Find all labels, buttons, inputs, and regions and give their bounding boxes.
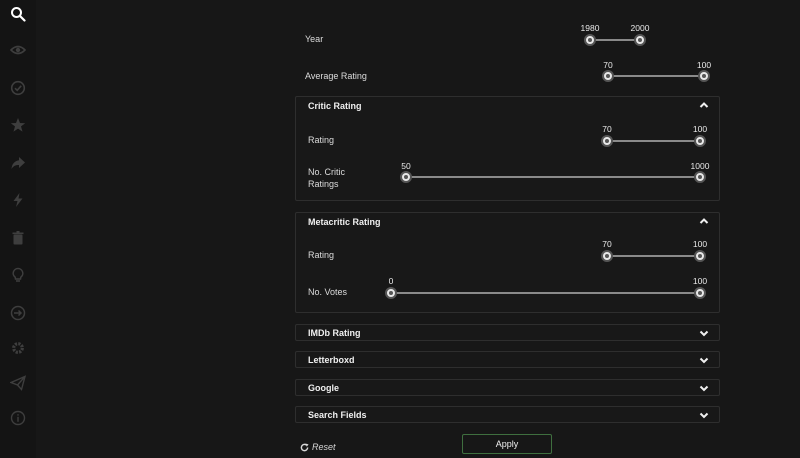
critic-rating-max-handle[interactable]: [694, 135, 706, 147]
search-fields-title[interactable]: Search Fields: [308, 407, 367, 423]
year-max-handle[interactable]: [634, 34, 646, 46]
no-votes-max-value: 100: [692, 276, 708, 286]
critic-rating-slider-track[interactable]: [607, 140, 700, 142]
refresh-icon: [300, 442, 309, 451]
letterboxd-title[interactable]: Letterboxd: [308, 352, 355, 368]
imdb-rating-title[interactable]: IMDb Rating: [308, 325, 361, 341]
year-min-value: 1980: [580, 23, 600, 33]
imdb-rating-panel[interactable]: IMDb Rating: [295, 324, 720, 341]
year-min-handle[interactable]: [584, 34, 596, 46]
year-label: Year: [305, 34, 324, 44]
metacritic-rating-max-value: 100: [692, 239, 708, 249]
no-critic-ratings-min-handle[interactable]: [400, 171, 412, 183]
no-critic-ratings-max-handle[interactable]: [694, 171, 706, 183]
average-rating-min-value: 70: [603, 60, 613, 70]
critic-rating-max-value: 100: [692, 124, 708, 134]
metacritic-rating-slider-track[interactable]: [607, 255, 700, 257]
chevron-down-icon[interactable]: [699, 410, 709, 420]
apply-button[interactable]: Apply: [462, 434, 552, 454]
metacritic-rating-label: Rating: [308, 250, 335, 260]
average-rating-label: Average Rating: [305, 71, 367, 81]
no-votes-min-value: 0: [388, 276, 394, 286]
no-votes-min-handle[interactable]: [385, 287, 397, 299]
no-critic-ratings-min-value: 50: [401, 161, 411, 171]
no-critic-ratings-max-value: 1000: [690, 161, 710, 171]
no-critic-ratings-slider-track[interactable]: [406, 176, 700, 178]
search-fields-panel[interactable]: Search Fields: [295, 406, 720, 423]
critic-rating-min-handle[interactable]: [601, 135, 613, 147]
metacritic-rating-min-handle[interactable]: [601, 250, 613, 262]
reset-label: Reset: [312, 442, 336, 452]
no-votes-max-handle[interactable]: [694, 287, 706, 299]
google-panel[interactable]: Google: [295, 379, 720, 396]
critic-rating-min-value: 70: [602, 124, 612, 134]
metacritic-rating-min-value: 70: [602, 239, 612, 249]
reset-button[interactable]: Reset: [300, 442, 336, 452]
chevron-up-icon[interactable]: [699, 100, 709, 110]
chevron-down-icon[interactable]: [699, 355, 709, 365]
no-votes-label: No. Votes: [308, 287, 348, 297]
critic-rating-label: Rating: [308, 135, 335, 145]
chevron-up-icon[interactable]: [699, 216, 709, 226]
average-rating-max-handle[interactable]: [698, 70, 710, 82]
metacritic-rating-panel: Metacritic Rating: [295, 212, 720, 313]
critic-rating-panel: Critic Rating: [295, 96, 720, 201]
chevron-down-icon[interactable]: [699, 383, 709, 393]
average-rating-min-handle[interactable]: [602, 70, 614, 82]
chevron-down-icon[interactable]: [699, 328, 709, 338]
no-critic-ratings-label-line1: No. Critic: [308, 167, 346, 177]
year-max-value: 2000: [630, 23, 650, 33]
google-title[interactable]: Google: [308, 380, 339, 396]
filter-form: Year 1980 2000 Average Rating 70 100 Cri…: [0, 0, 800, 458]
metacritic-rating-max-handle[interactable]: [694, 250, 706, 262]
metacritic-rating-title[interactable]: Metacritic Rating: [308, 214, 381, 230]
no-critic-ratings-label-line2: Ratings: [308, 179, 339, 189]
letterboxd-panel[interactable]: Letterboxd: [295, 351, 720, 368]
year-slider-track[interactable]: [590, 39, 640, 41]
average-rating-max-value: 100: [696, 60, 712, 70]
average-rating-slider-track[interactable]: [608, 75, 704, 77]
no-votes-slider-track[interactable]: [391, 292, 700, 294]
critic-rating-title[interactable]: Critic Rating: [308, 98, 362, 114]
